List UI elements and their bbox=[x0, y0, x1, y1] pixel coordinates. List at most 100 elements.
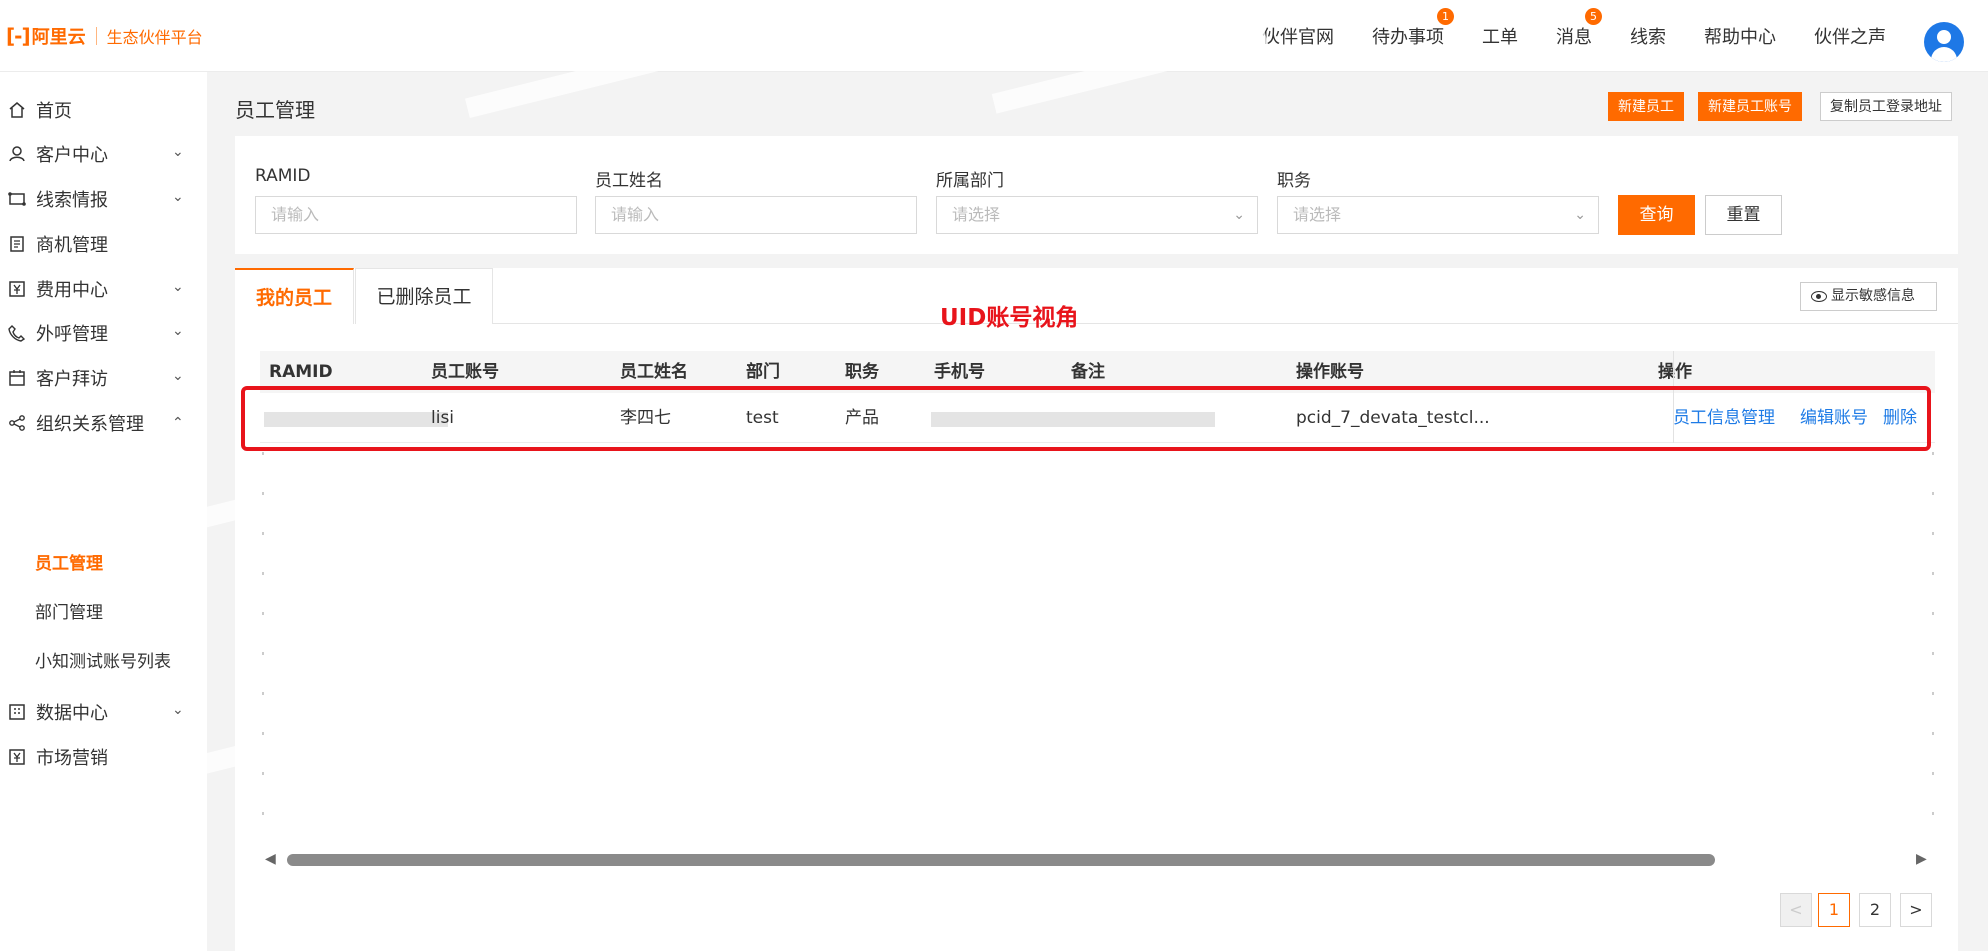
sidebar-item-expense[interactable]: 费用中心 ⌄ bbox=[0, 269, 207, 309]
department-placeholder: 请选择 bbox=[952, 205, 1001, 224]
nav-label: 消息 bbox=[1556, 27, 1592, 48]
sidebar-item-org-relations[interactable]: 组织关系管理 ⌃ bbox=[0, 403, 207, 443]
chevron-down-icon: ⌄ bbox=[172, 189, 184, 205]
prev-page-button[interactable]: < bbox=[1780, 893, 1812, 927]
yen-icon bbox=[9, 281, 25, 297]
sidebar-item-outbound-call[interactable]: 外呼管理 ⌄ bbox=[0, 313, 207, 353]
grid-icon bbox=[9, 704, 25, 720]
sidebar-item-customer-visit[interactable]: 客户拜访 ⌄ bbox=[0, 358, 207, 398]
nav-label: 线索 bbox=[1630, 27, 1666, 48]
sidebar-item-label: 线索情报 bbox=[36, 190, 108, 211]
yen-icon bbox=[9, 749, 25, 765]
nav-partner-voice[interactable]: 伙伴之声 bbox=[1814, 23, 1886, 49]
nav-label: 伙伴官网 bbox=[1262, 27, 1334, 48]
nav-messages[interactable]: 消息 5 bbox=[1556, 8, 1602, 49]
reset-button[interactable]: 重置 bbox=[1705, 195, 1782, 235]
copy-login-url-button[interactable]: 复制员工登录地址 bbox=[1820, 92, 1952, 121]
next-page-button[interactable]: > bbox=[1900, 893, 1932, 927]
nav-todo[interactable]: 待办事项 1 bbox=[1372, 8, 1454, 49]
right-dashed-guide bbox=[1932, 452, 1934, 832]
ramid-label: RAMID bbox=[255, 166, 311, 186]
uid-annotation: UID账号视角 bbox=[940, 305, 1079, 331]
horizontal-scrollbar[interactable] bbox=[285, 853, 1913, 867]
sidebar-item-label: 费用中心 bbox=[36, 280, 108, 301]
sidebar-item-label: 外呼管理 bbox=[36, 324, 108, 345]
tab-my-employees[interactable]: 我的员工 bbox=[235, 268, 354, 324]
nav-ticket[interactable]: 工单 bbox=[1482, 23, 1518, 49]
avatar-head-icon bbox=[1937, 30, 1951, 44]
scroll-left-icon[interactable]: ◀ bbox=[265, 851, 276, 867]
employee-name-input[interactable]: 请输入 bbox=[595, 196, 917, 234]
sidebar-item-label: 首页 bbox=[36, 101, 72, 122]
nav-help-center[interactable]: 帮助中心 bbox=[1704, 23, 1776, 49]
chevron-down-icon: ⌄ bbox=[172, 368, 184, 384]
sidebar-item-opportunity[interactable]: 商机管理 bbox=[0, 224, 207, 264]
top-nav: 伙伴官网 待办事项 1 工单 消息 5 线索 帮助中心 伙伴之声 bbox=[1224, 0, 1886, 72]
tabs-divider bbox=[493, 323, 1958, 324]
page-1-button[interactable]: 1 bbox=[1818, 893, 1850, 927]
nodes-icon bbox=[8, 192, 26, 206]
sidebar: 首页 客户中心 ⌄ 线索情报 ⌄ 商机管理 费用中心 ⌄ 外呼管理 ⌄ 客户拜访… bbox=[0, 72, 207, 951]
ramid-input[interactable]: 请输入 bbox=[255, 196, 577, 234]
row-highlight-box bbox=[241, 386, 1931, 451]
nav-label: 伙伴之声 bbox=[1814, 27, 1886, 48]
new-employee-button[interactable]: 新建员工 bbox=[1608, 92, 1684, 121]
new-employee-account-button[interactable]: 新建员工账号 bbox=[1698, 92, 1802, 121]
employee-name-placeholder: 请输入 bbox=[611, 205, 660, 224]
sidebar-item-label: 客户中心 bbox=[36, 145, 108, 166]
query-button[interactable]: 查询 bbox=[1618, 195, 1695, 235]
nav-leads[interactable]: 线索 bbox=[1630, 23, 1666, 49]
message-count-badge: 5 bbox=[1585, 8, 1602, 25]
chevron-down-icon: ⌄ bbox=[172, 279, 184, 295]
eye-icon bbox=[1811, 291, 1827, 302]
tab-deleted-employees[interactable]: 已删除员工 bbox=[355, 268, 493, 324]
top-bar: [-] 阿里云 生态伙伴平台 伙伴官网 待办事项 1 工单 消息 5 线索 帮助中心… bbox=[0, 0, 1988, 72]
logo[interactable]: [-] 阿里云 生态伙伴平台 bbox=[6, 23, 203, 49]
user-icon bbox=[9, 146, 25, 162]
document-icon bbox=[10, 236, 24, 252]
nav-label: 帮助中心 bbox=[1704, 27, 1776, 48]
chevron-down-icon: ⌄ bbox=[1233, 207, 1245, 223]
nav-partner-site[interactable]: 伙伴官网 bbox=[1262, 23, 1334, 49]
position-select[interactable]: 请选择 ⌄ bbox=[1277, 196, 1599, 234]
chevron-down-icon: ⌄ bbox=[1574, 207, 1586, 223]
filter-panel: RAMID 请输入 员工姓名 请输入 所属部门 请选择 ⌄ 职务 请选择 ⌄ 查询 … bbox=[235, 136, 1958, 254]
sidebar-subitem-employee-mgmt[interactable]: 员工管理 bbox=[35, 549, 103, 574]
department-select[interactable]: 请选择 ⌄ bbox=[936, 196, 1258, 234]
todo-count-badge: 1 bbox=[1437, 8, 1454, 25]
ramid-placeholder: 请输入 bbox=[271, 205, 320, 224]
sidebar-subitem-test-accounts[interactable]: 小知测试账号列表 bbox=[35, 647, 171, 672]
employee-name-label: 员工姓名 bbox=[595, 171, 663, 191]
platform-name: 生态伙伴平台 bbox=[106, 27, 203, 47]
chevron-down-icon: ⌄ bbox=[172, 144, 184, 160]
sidebar-subitem-department-mgmt[interactable]: 部门管理 bbox=[35, 598, 103, 623]
left-dashed-guide bbox=[262, 452, 264, 832]
sidebar-item-home[interactable]: 首页 bbox=[0, 90, 207, 130]
sidebar-item-label: 数据中心 bbox=[36, 703, 108, 724]
sidebar-item-lead-intel[interactable]: 线索情报 ⌄ bbox=[0, 179, 207, 219]
chevron-up-icon: ⌃ bbox=[172, 415, 184, 431]
avatar-body-icon bbox=[1931, 47, 1957, 62]
sidebar-item-label: 商机管理 bbox=[36, 235, 108, 256]
logo-text: 阿里云 bbox=[31, 26, 86, 48]
logo-divider bbox=[95, 26, 97, 45]
share-icon bbox=[9, 415, 25, 431]
sidebar-item-data-center[interactable]: 数据中心 ⌄ bbox=[0, 692, 207, 732]
show-sensitive-info-button[interactable]: 显示敏感信息 bbox=[1800, 282, 1937, 311]
chevron-down-icon: ⌄ bbox=[172, 323, 184, 339]
sidebar-item-customer-center[interactable]: 客户中心 ⌄ bbox=[0, 134, 207, 174]
home-icon bbox=[9, 102, 25, 118]
sidebar-item-label: 组织关系管理 bbox=[36, 414, 144, 435]
avatar[interactable] bbox=[1924, 22, 1964, 62]
show-sensitive-label: 显示敏感信息 bbox=[1831, 288, 1915, 304]
scroll-right-icon[interactable]: ▶ bbox=[1916, 851, 1927, 867]
department-label: 所属部门 bbox=[936, 171, 1004, 191]
position-placeholder: 请选择 bbox=[1293, 205, 1342, 224]
page-2-button[interactable]: 2 bbox=[1859, 893, 1891, 927]
nav-label: 待办事项 bbox=[1372, 27, 1444, 48]
calendar-icon bbox=[9, 370, 25, 386]
position-label: 职务 bbox=[1277, 171, 1311, 191]
scrollbar-thumb[interactable] bbox=[287, 854, 1715, 866]
chevron-down-icon: ⌄ bbox=[172, 702, 184, 718]
sidebar-item-label: 市场营销 bbox=[36, 748, 108, 769]
